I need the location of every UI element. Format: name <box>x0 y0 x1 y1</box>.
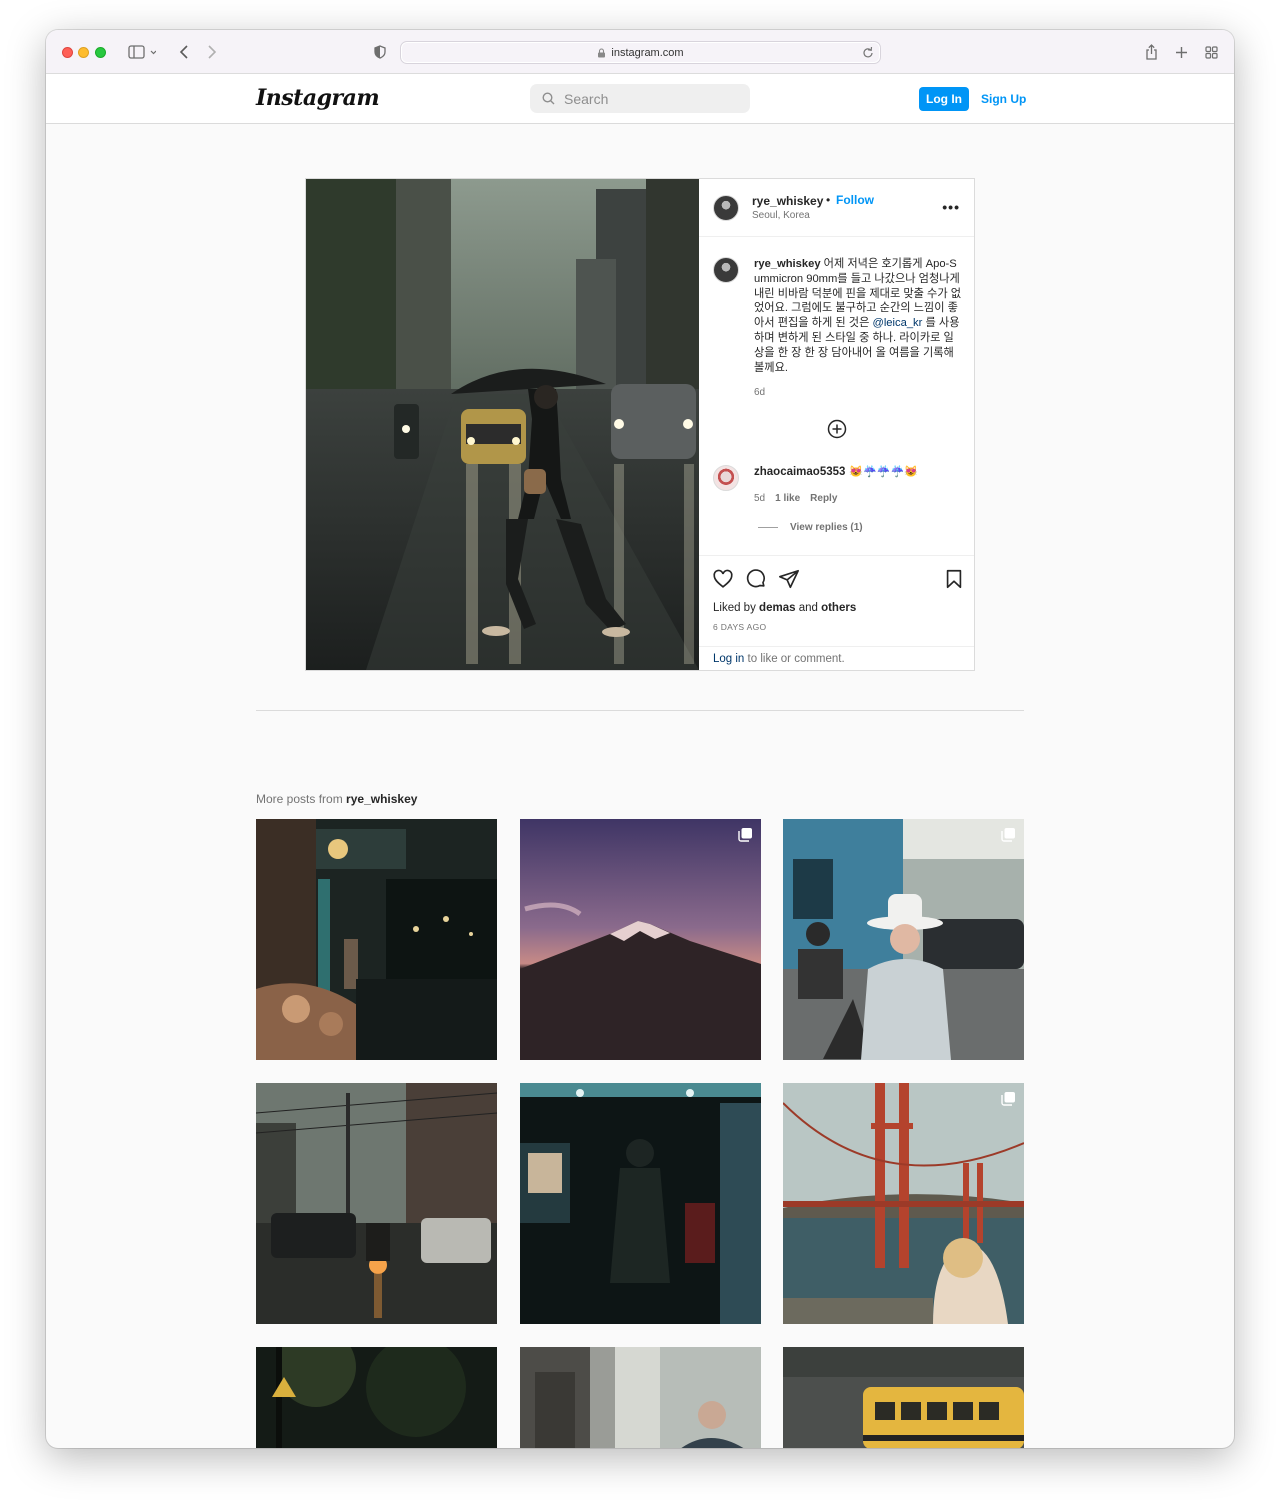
grid-post-2[interactable] <box>520 819 761 1060</box>
address-bar[interactable]: instagram.com <box>400 41 881 64</box>
carousel-icon <box>738 828 752 842</box>
liked-and: and <box>798 602 818 614</box>
caption-timestamp: 6d <box>754 387 766 398</box>
signup-link[interactable]: Sign Up <box>981 87 1026 111</box>
carousel-icon <box>1001 1092 1015 1106</box>
commenter-avatar[interactable] <box>713 465 739 491</box>
post-photo[interactable] <box>306 179 699 670</box>
url-text: instagram.com <box>611 46 684 59</box>
grid-post-1[interactable] <box>256 819 497 1060</box>
forward-button[interactable] <box>204 42 220 62</box>
rain-night-shop-photo <box>520 1083 761 1324</box>
comment-meta: 5d 1 like Reply <box>754 493 837 504</box>
heart-icon[interactable] <box>712 568 734 590</box>
liked-prefix: Liked by <box>713 602 756 614</box>
privacy-report-button[interactable] <box>372 42 388 62</box>
plus-icon <box>1175 46 1187 58</box>
replies-line <box>758 527 778 528</box>
white-hat-man-photo <box>783 819 1024 1060</box>
login-prompt: Log in to like or comment. <box>699 646 974 671</box>
golden-gate-photo <box>783 1083 1024 1324</box>
more-options-icon[interactable]: ••• <box>942 199 960 215</box>
liked-by: Liked by demas and others <box>713 602 856 614</box>
instagram-logo[interactable]: Instagram <box>256 85 380 111</box>
more-posts-prefix: More posts from <box>256 792 343 806</box>
post-date: 6 DAYS AGO <box>713 622 767 632</box>
share-button[interactable] <box>1143 42 1159 62</box>
commenter-username[interactable]: zhaocaimao5353 <box>754 466 845 478</box>
grid-post-7[interactable] <box>256 1347 497 1448</box>
separator-dot: • <box>826 193 831 207</box>
night-alley-photo <box>256 819 497 1060</box>
back-button[interactable] <box>176 42 192 62</box>
minimize-window-button[interactable] <box>78 47 89 58</box>
bookmark-icon[interactable] <box>943 568 965 590</box>
grid-post-5[interactable] <box>520 1083 761 1324</box>
caption-avatar[interactable] <box>713 257 739 283</box>
sidebar-toggle-button[interactable] <box>126 42 158 62</box>
more-posts-username[interactable]: rye_whiskey <box>346 792 417 806</box>
tab-overview-button[interactable] <box>1203 42 1219 62</box>
author-username[interactable]: rye_whiskey <box>752 194 823 208</box>
view-replies-button[interactable]: View replies (1) <box>758 522 863 533</box>
chevron-left-icon <box>179 45 188 59</box>
browser-toolbar: instagram.com <box>46 30 1234 74</box>
liked-others[interactable]: others <box>821 602 856 614</box>
instagram-header: Instagram Search Log In Sign Up <box>46 74 1234 124</box>
caption-username[interactable]: rye_whiskey <box>754 258 821 270</box>
post-actions: Liked by demas and others 6 DAYS AGO Log… <box>699 555 974 672</box>
grid-post-9[interactable] <box>783 1347 1024 1448</box>
view-replies-label: View replies (1) <box>790 522 863 533</box>
follow-button[interactable]: Follow <box>836 193 874 207</box>
new-tab-button[interactable] <box>1173 42 1189 62</box>
post-caption: rye_whiskey 어제 저녁은 호기롭게 Apo-Summicron 90… <box>754 257 962 375</box>
close-window-button[interactable] <box>62 47 73 58</box>
author-avatar[interactable] <box>713 195 739 221</box>
liked-user[interactable]: demas <box>759 602 795 614</box>
section-divider <box>256 710 1024 711</box>
share-icon <box>1145 44 1157 60</box>
login-suffix: to like or comment. <box>747 653 845 665</box>
chevron-right-icon <box>208 45 217 59</box>
search-input[interactable]: Search <box>530 84 750 113</box>
post-header: rye_whiskey • Follow Seoul, Korea ••• <box>699 179 974 237</box>
carousel-icon <box>1001 828 1015 842</box>
search-placeholder: Search <box>564 90 609 107</box>
rainy-street-photo <box>306 179 699 670</box>
comment-likes[interactable]: 1 like <box>775 493 800 504</box>
reload-icon[interactable] <box>862 46 874 59</box>
login-button[interactable]: Log In <box>919 87 969 111</box>
post-location[interactable]: Seoul, Korea <box>752 210 810 221</box>
school-bus-photo <box>783 1347 1024 1448</box>
post-sidebar: rye_whiskey • Follow Seoul, Korea ••• ry… <box>699 179 974 670</box>
grid-post-6[interactable] <box>783 1083 1024 1324</box>
sidebar-icon <box>128 45 156 59</box>
zoom-window-button[interactable] <box>95 47 106 58</box>
grid-post-4[interactable] <box>256 1083 497 1324</box>
load-more-comments-icon[interactable] <box>827 419 847 439</box>
dark-trees-photo <box>256 1347 497 1448</box>
reply-button[interactable]: Reply <box>810 493 837 504</box>
comment-icon[interactable] <box>745 568 767 590</box>
comment-time: 5d <box>754 493 766 504</box>
shield-icon <box>374 45 386 59</box>
grid-icon <box>1204 45 1218 59</box>
rainy-scooter-photo <box>256 1083 497 1324</box>
sleeping-man-photo <box>520 1347 761 1448</box>
login-link[interactable]: Log in <box>713 653 744 665</box>
lock-icon <box>598 47 606 57</box>
post-card: rye_whiskey • Follow Seoul, Korea ••• ry… <box>305 178 975 671</box>
browser-window: instagram.com Instagram Search Log In Si… <box>46 30 1234 1448</box>
comment: zhaocaimao5353 😻☔☔☔😻 <box>754 465 918 478</box>
search-icon <box>542 92 555 105</box>
paper-plane-icon[interactable] <box>778 568 800 590</box>
grid-post-3[interactable] <box>783 819 1024 1060</box>
grid-post-8[interactable] <box>520 1347 761 1448</box>
more-posts-heading: More posts from rye_whiskey <box>256 792 417 806</box>
mount-fuji-photo <box>520 819 761 1060</box>
comment-text: 😻☔☔☔😻 <box>849 466 918 478</box>
caption-mention[interactable]: @leica_kr <box>872 317 922 329</box>
